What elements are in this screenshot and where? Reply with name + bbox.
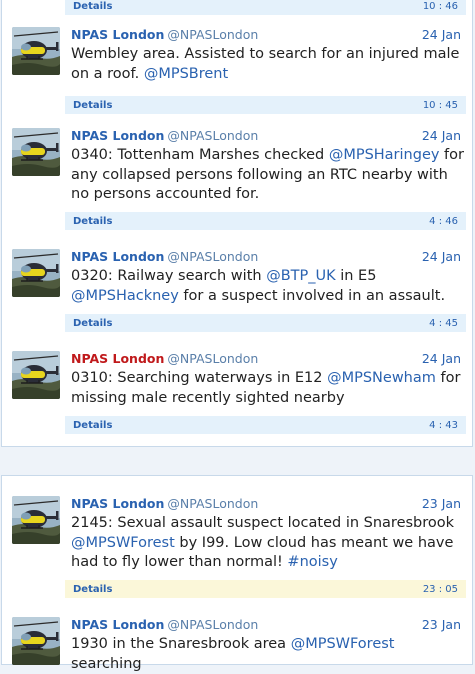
details-bar[interactable]: Details 4 : 46 xyxy=(65,212,466,230)
details-link[interactable]: Details xyxy=(73,420,112,431)
police-helicopter-icon[interactable] xyxy=(12,27,60,75)
tweet-text: Wembley area. Assisted to search for an … xyxy=(71,45,466,84)
details-bar[interactable]: Details 4 : 43 xyxy=(65,416,466,434)
text-segment: in E5 xyxy=(335,268,377,284)
police-helicopter-icon[interactable] xyxy=(12,351,60,399)
tweet-date[interactable]: 23 Jan xyxy=(422,617,461,632)
text-segment: 0310: Searching waterways in E12 xyxy=(71,370,328,386)
tweet-panel-2: NPAS London @NPASLondon 23 Jan 2145: Sexu… xyxy=(1,475,473,672)
mention-link[interactable]: @MPSWForest xyxy=(71,535,175,551)
police-helicopter-icon[interactable] xyxy=(12,128,60,176)
text-segment: 0320: Railway search with xyxy=(71,268,267,284)
tweet-header: NPAS London @NPASLondon 23 Jan xyxy=(71,496,461,512)
author-handle[interactable]: @NPASLondon xyxy=(167,128,258,143)
text-segment: for a suspect involved in an assault. xyxy=(178,287,446,304)
tweet-header: NPAS London @NPASLondon 24 Jan xyxy=(71,27,461,43)
text-segment: searching xyxy=(71,655,142,672)
author-handle[interactable]: @NPASLondon xyxy=(167,27,258,42)
mention-link[interactable]: @BTP_UK xyxy=(266,268,335,284)
tweet-text: 0320: Railway search with @BTP_UK in E5 … xyxy=(71,267,466,306)
author-handle[interactable]: @NPASLondon xyxy=(167,496,258,511)
details-bar[interactable]: Details 4 : 45 xyxy=(65,314,466,332)
mention-link[interactable]: @MPSWForest xyxy=(291,636,395,652)
details-link[interactable]: Details xyxy=(73,318,112,329)
details-bar[interactable]: Details 10 : 46 xyxy=(65,0,466,15)
tweet-header: NPAS London @NPASLondon 24 Jan xyxy=(71,249,461,265)
tweet-time: 10 : 46 xyxy=(422,1,458,12)
details-link[interactable]: Details xyxy=(73,584,112,595)
details-link[interactable]: Details xyxy=(73,100,112,111)
tweet-header: NPAS London @NPASLondon 24 Jan xyxy=(71,128,461,144)
mention-link[interactable]: @MPSNewham xyxy=(327,370,436,386)
mention-link[interactable]: @MPSBrent xyxy=(144,66,228,82)
text-segment: 0340: Tottenham Marshes checked xyxy=(71,147,329,163)
tweet-time: 4 : 46 xyxy=(429,216,458,227)
details-link[interactable]: Details xyxy=(73,1,112,12)
details-bar[interactable]: Details 23 : 05 xyxy=(65,580,466,598)
author-name[interactable]: NPAS London xyxy=(71,249,164,264)
author-handle[interactable]: @NPASLondon xyxy=(167,249,258,264)
author-name[interactable]: NPAS London xyxy=(71,617,164,632)
author-handle[interactable]: @NPASLondon xyxy=(167,617,258,632)
police-helicopter-icon[interactable] xyxy=(12,249,60,297)
tweet-date[interactable]: 24 Jan xyxy=(422,27,461,42)
details-link[interactable]: Details xyxy=(73,216,112,227)
tweet-date[interactable]: 23 Jan xyxy=(422,496,461,511)
tweet-time: 23 : 05 xyxy=(422,584,458,595)
police-helicopter-icon[interactable] xyxy=(12,496,60,544)
tweet-time: 4 : 43 xyxy=(429,420,458,431)
tweet-text: 1930 in the Snaresbrook area @MPSWForest… xyxy=(71,635,466,674)
tweet-date[interactable]: 24 Jan xyxy=(422,128,461,143)
author-name[interactable]: NPAS London xyxy=(71,128,164,143)
text-segment: 1930 in the Snaresbrook area xyxy=(71,636,291,652)
text-segment: Wembley area. Assisted to search for an … xyxy=(71,46,460,82)
details-bar[interactable]: Details 10 : 45 xyxy=(65,96,466,114)
tweet-header: NPAS London @NPASLondon 23 Jan xyxy=(71,617,461,633)
tweet-header: NPAS London @NPASLondon 24 Jan xyxy=(71,351,461,367)
tweet-text: 2145: Sexual assault suspect located in … xyxy=(71,514,466,573)
mention-link[interactable]: @MPSHaringey xyxy=(329,147,440,163)
author-handle[interactable]: @NPASLondon xyxy=(167,351,258,366)
tweet-text: 0310: Searching waterways in E12 @MPSNew… xyxy=(71,369,466,408)
text-segment: 2145: Sexual assault suspect located in … xyxy=(71,515,455,531)
tweet-time: 4 : 45 xyxy=(429,318,458,329)
tweet-panel-1: Details 10 : 46 NPAS London @NPASLondon 2… xyxy=(1,0,473,447)
tweet-text: 0340: Tottenham Marshes checked @MPSHari… xyxy=(71,146,466,205)
tweet-date[interactable]: 24 Jan xyxy=(422,351,461,366)
mention-link[interactable]: @MPSHackney xyxy=(71,288,179,304)
author-name[interactable]: NPAS London xyxy=(71,351,164,366)
author-name[interactable]: NPAS London xyxy=(71,27,164,42)
tweet-date[interactable]: 24 Jan xyxy=(422,249,461,264)
author-name[interactable]: NPAS London xyxy=(71,496,164,511)
police-helicopter-icon[interactable] xyxy=(12,617,60,665)
hashtag-link[interactable]: #noisy xyxy=(287,554,337,570)
tweet-time: 10 : 45 xyxy=(422,100,458,111)
